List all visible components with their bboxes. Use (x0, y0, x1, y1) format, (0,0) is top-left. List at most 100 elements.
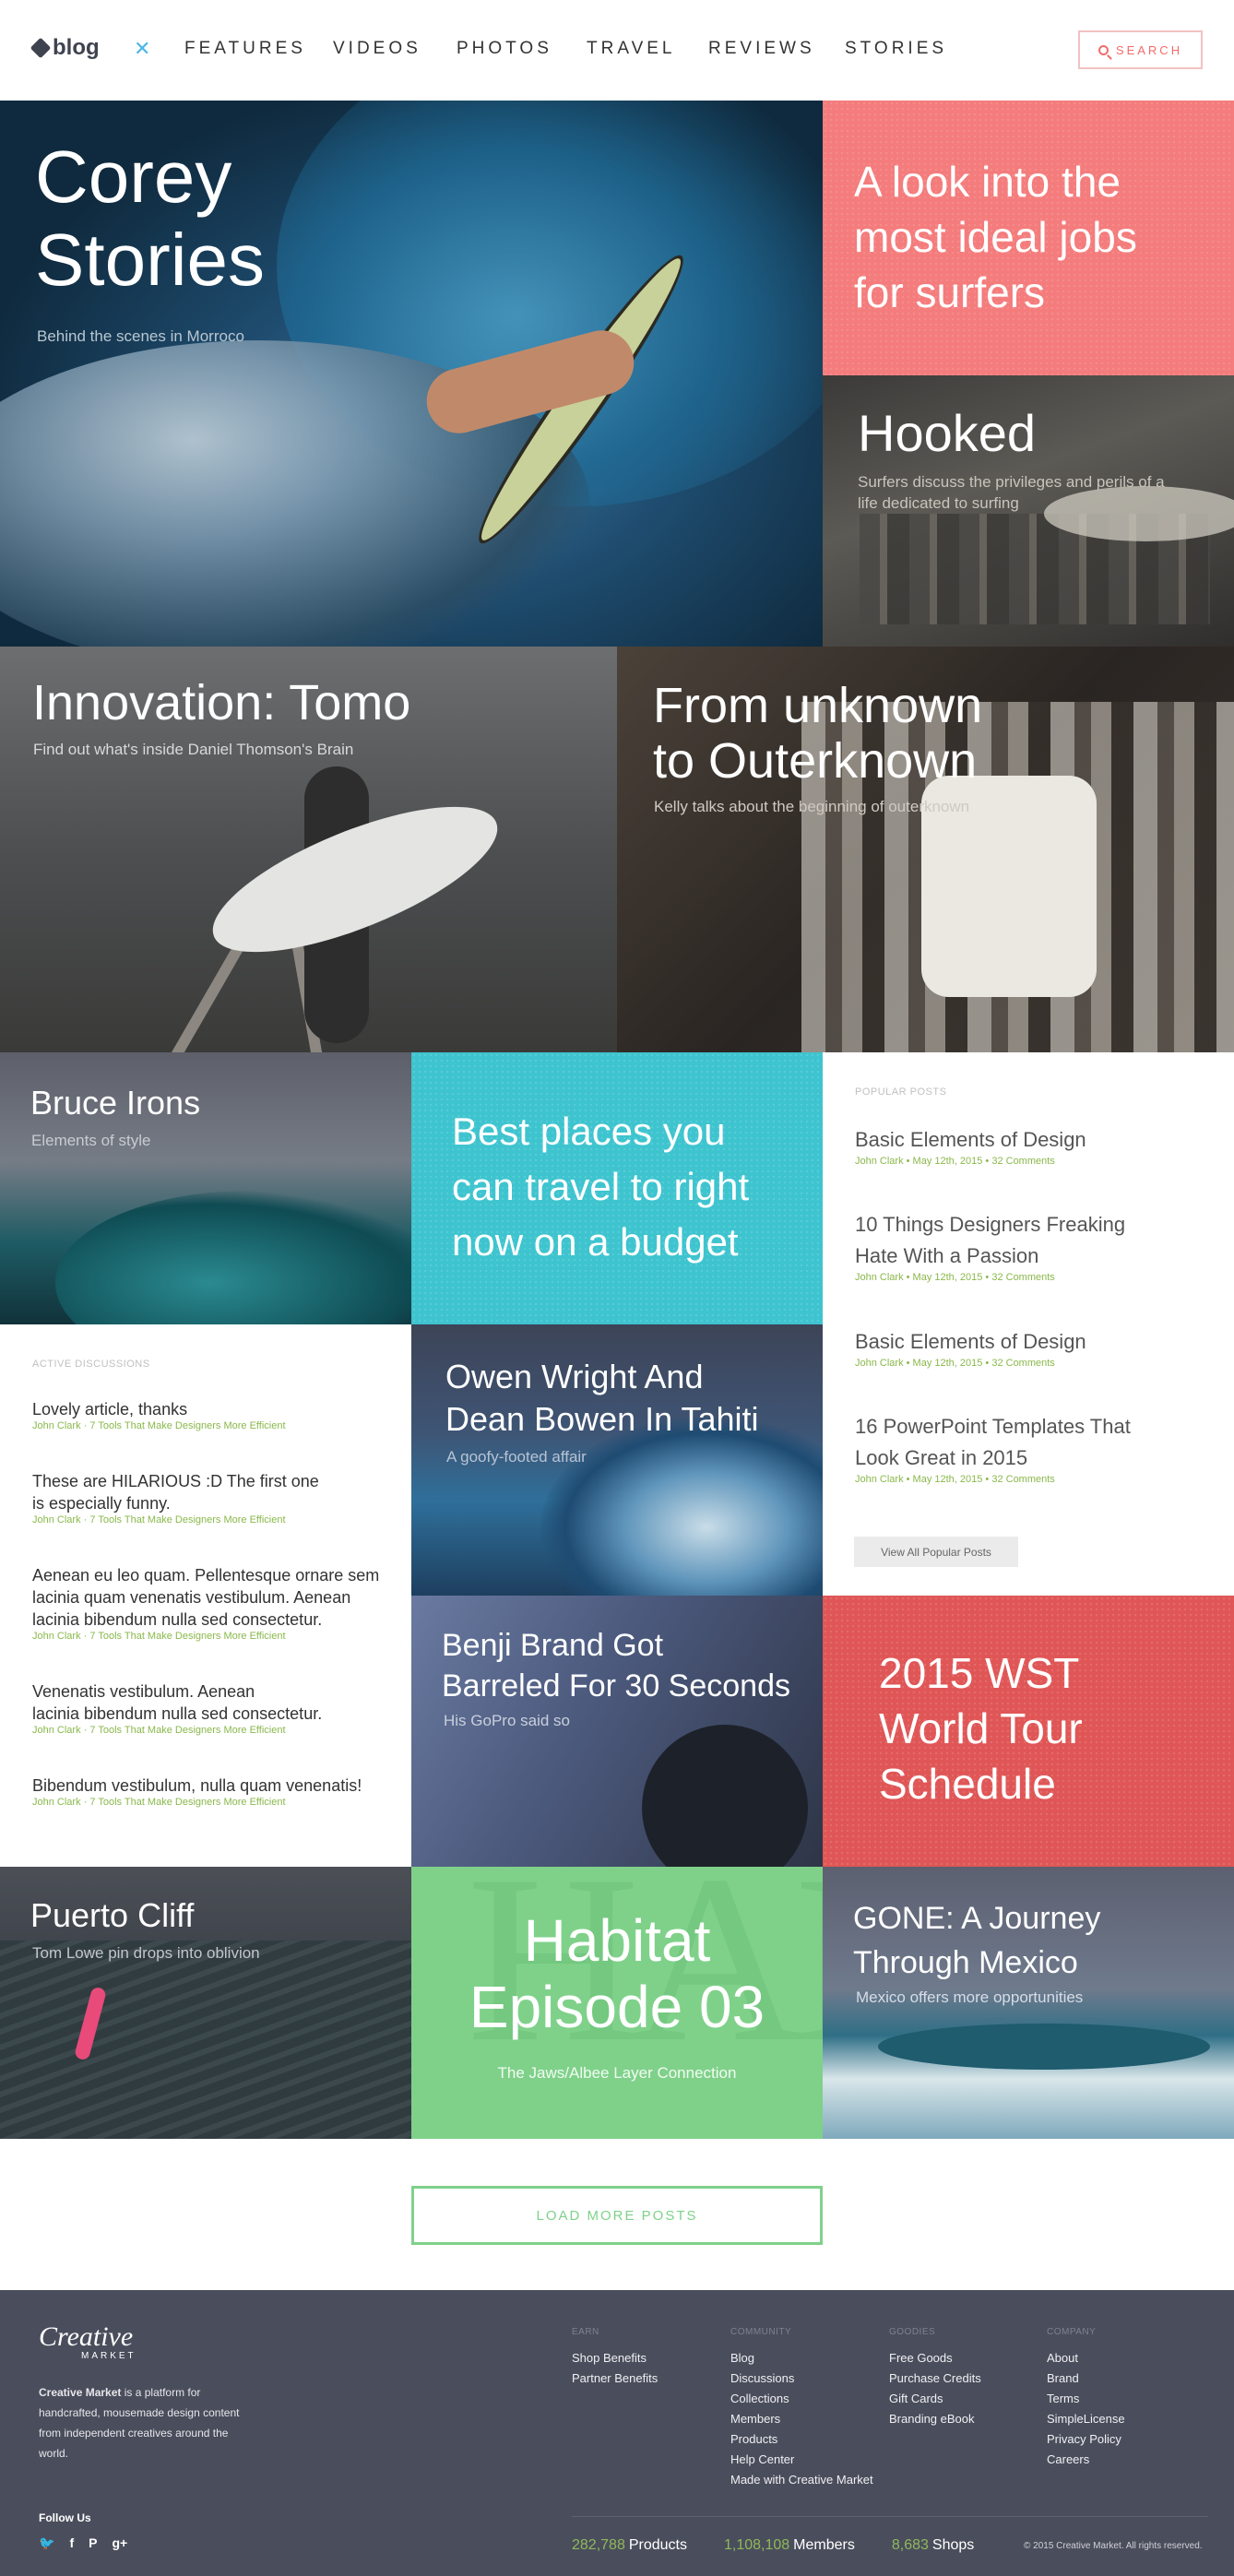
post-innovation-tomo[interactable]: Innovation: Tomo Find out what's inside … (0, 647, 617, 1052)
footer-link[interactable]: SimpleLicense (1047, 2409, 1125, 2429)
twitter-icon[interactable]: 🐦 (39, 2535, 54, 2551)
post-subtitle: A goofy-footed affair (446, 1448, 587, 1466)
facebook-icon[interactable]: f (69, 2535, 74, 2551)
nav-reviews[interactable]: REVIEWS (708, 39, 815, 59)
person-image (642, 1725, 808, 1867)
post-corey-stories[interactable]: Corey Stories Behind the scenes in Morroc… (0, 101, 823, 647)
post-title: Owen Wright And Dean Bowen In Tahiti (445, 1358, 759, 1438)
barrel-wave-image (540, 1417, 823, 1596)
footer-link[interactable]: Partner Benefits (572, 2368, 658, 2389)
view-all-popular-button[interactable]: View All Popular Posts (854, 1537, 1018, 1567)
popular-posts-panel: POPULAR POSTS Basic Elements of Design J… (823, 1052, 1234, 1596)
post-gone-mexico[interactable]: GONE: A Journey Through Mexico Mexico off… (823, 1867, 1234, 2139)
footer-col-goodies: GOODIES Free Goods Purchase Credits Gift… (889, 2327, 981, 2429)
footer-link[interactable]: Privacy Policy (1047, 2429, 1125, 2450)
post-title: From unknown to Outerknown (653, 678, 983, 789)
wave-image (55, 1191, 411, 1324)
footer-link[interactable]: Shop Benefits (572, 2348, 658, 2368)
popular-post[interactable]: Basic Elements of Design John Clark • Ma… (855, 1326, 1086, 1369)
footer-link[interactable]: Members (730, 2409, 873, 2429)
nav-travel[interactable]: TRAVEL (587, 39, 676, 59)
post-meta: John Clark • May 12th, 2015 • 32 Comment… (855, 1272, 1055, 1283)
stat-shops: 8,683 Shops (891, 2537, 975, 2553)
popular-post[interactable]: 16 PowerPoint Templates That Look Great … (855, 1411, 1131, 1485)
post-subtitle: Behind the scenes in Morroco (37, 327, 244, 345)
post-wst-schedule[interactable]: 2015 WST World Tour Schedule (823, 1596, 1234, 1867)
post-puerto-cliff[interactable]: Puerto Cliff Tom Lowe pin drops into obl… (0, 1867, 411, 2139)
logo-icon (30, 37, 52, 59)
creative-market-logo[interactable]: Creative (39, 2321, 133, 2353)
post-subtitle: Elements of style (31, 1132, 151, 1149)
post-title: 2015 WST World Tour Schedule (879, 1649, 1083, 1808)
footer-link[interactable]: Terms (1047, 2389, 1125, 2409)
social-links: 🐦 f P g+ (39, 2535, 127, 2551)
post-owen-wright[interactable]: Owen Wright And Dean Bowen In Tahiti A go… (411, 1324, 823, 1596)
ocean-image (0, 1941, 411, 2139)
footer-link[interactable]: Made with Creative Market (730, 2470, 873, 2490)
post-meta: John Clark • May 12th, 2015 • 32 Comment… (855, 1156, 1055, 1167)
post-subtitle: Kelly talks about the beginning of outer… (654, 798, 970, 815)
stat-members: 1,108,108 Members (723, 2537, 855, 2553)
post-title: Best places you can travel to right now on… (452, 1110, 750, 1264)
footer-link[interactable]: Purchase Credits (889, 2368, 981, 2389)
footer-col-earn: EARN Shop Benefits Partner Benefits (572, 2327, 658, 2389)
follow-us-label: Follow Us (39, 2511, 91, 2524)
footer-link[interactable]: Help Center (730, 2450, 873, 2470)
footer-col-company: COMPANY About Brand Terms SimpleLicense … (1047, 2327, 1125, 2470)
load-more-button[interactable]: LOAD MORE POSTS (411, 2186, 823, 2245)
post-title: A look into the most ideal jobs for surfer… (854, 158, 1137, 316)
blog-logo[interactable]: blog (30, 35, 100, 61)
search-button[interactable]: SEARCH (1078, 30, 1203, 69)
popular-post[interactable]: Basic Elements of Design John Clark • Ma… (855, 1124, 1086, 1167)
popular-post[interactable]: 10 Things Designers Freaking Hate With a… (855, 1209, 1125, 1283)
footer-description: Creative Market is a platform for handcr… (39, 2386, 240, 2460)
post-hooked[interactable]: Hooked Surfers discuss the privileges an… (823, 375, 1234, 647)
discussion-item[interactable]: These are HILARIOUS :D The first one is … (32, 1470, 319, 1525)
close-menu-icon[interactable]: ✕ (134, 37, 150, 61)
post-subtitle: His GoPro said so (444, 1712, 570, 1729)
nav-videos[interactable]: VIDEOS (333, 39, 421, 59)
post-habitat-episode[interactable]: HAB HabitatEpisode 03 The Jaws/Albee Lay… (411, 1867, 823, 2139)
footer-link[interactable]: Collections (730, 2389, 873, 2409)
active-discussions-panel: ACTIVE DISCUSSIONS Lovely article, thank… (0, 1324, 411, 1867)
nav-features[interactable]: FEATURES (184, 39, 306, 59)
logo-text: blog (53, 35, 100, 60)
footer-link[interactable]: Blog (730, 2348, 873, 2368)
post-meta: John Clark • May 12th, 2015 • 32 Comment… (855, 1358, 1055, 1369)
post-subtitle: Mexico offers more opportunities (856, 1988, 1084, 2006)
footer-link[interactable]: Branding eBook (889, 2409, 981, 2429)
discussion-meta: John Clark · 7 Tools That Make Designers… (32, 1797, 286, 1808)
site-header: blog ✕ FEATURES VIDEOS PHOTOS TRAVEL REV… (0, 0, 1234, 101)
nav-stories[interactable]: STORIES (845, 39, 947, 59)
discussion-item[interactable]: Aenean eu leo quam. Pellentesque ornare … (32, 1564, 379, 1642)
footer-link[interactable]: Brand (1047, 2368, 1125, 2389)
search-icon (1098, 44, 1109, 55)
post-outerknown[interactable]: From unknown to Outerknown Kelly talks ab… (617, 647, 1234, 1052)
footer-link[interactable]: Free Goods (889, 2348, 981, 2368)
post-bruce-irons[interactable]: Bruce Irons Elements of style (0, 1052, 411, 1324)
site-footer: Creative MARKET Creative Market is a pla… (0, 2290, 1234, 2576)
post-subtitle: Find out what's inside Daniel Thomson's … (33, 741, 354, 758)
post-benji-brand[interactable]: Benji Brand Got Barreled For 30 Seconds H… (411, 1596, 823, 1867)
post-subtitle: Tom Lowe pin drops into oblivion (32, 1944, 260, 1962)
discussion-item[interactable]: Lovely article, thanks John Clark · 7 To… (32, 1398, 286, 1431)
discussion-item[interactable]: Bibendum vestibulum, nulla quam venenati… (32, 1775, 362, 1808)
footer-link[interactable]: Discussions (730, 2368, 873, 2389)
footer-link[interactable]: Gift Cards (889, 2389, 981, 2409)
post-meta: John Clark • May 12th, 2015 • 32 Comment… (855, 1474, 1055, 1485)
post-title: Hooked (858, 404, 1037, 462)
discussion-meta: John Clark · 7 Tools That Make Designers… (32, 1725, 286, 1736)
post-best-places[interactable]: Best places you can travel to right now on… (411, 1052, 823, 1324)
copyright: © 2015 Creative Market. All rights reser… (1024, 2541, 1203, 2551)
footer-link[interactable]: Products (730, 2429, 873, 2450)
footer-link[interactable]: Careers (1047, 2450, 1125, 2470)
footer-link[interactable]: About (1047, 2348, 1125, 2368)
pinterest-icon[interactable]: P (89, 2535, 97, 2551)
nav-photos[interactable]: PHOTOS (457, 39, 552, 59)
post-subtitle: The Jaws/Albee Layer Connection (497, 2064, 737, 2082)
discussion-item[interactable]: Venenatis vestibulum. Aenean lacinia bib… (32, 1680, 322, 1736)
google-plus-icon[interactable]: g+ (112, 2535, 127, 2551)
post-subtitle: Surfers discuss the privileges and peril… (858, 473, 1165, 512)
post-title: GONE: A Journey Through Mexico (853, 1901, 1101, 1980)
post-ideal-jobs[interactable]: A look into the most ideal jobs for surfer… (823, 101, 1234, 375)
